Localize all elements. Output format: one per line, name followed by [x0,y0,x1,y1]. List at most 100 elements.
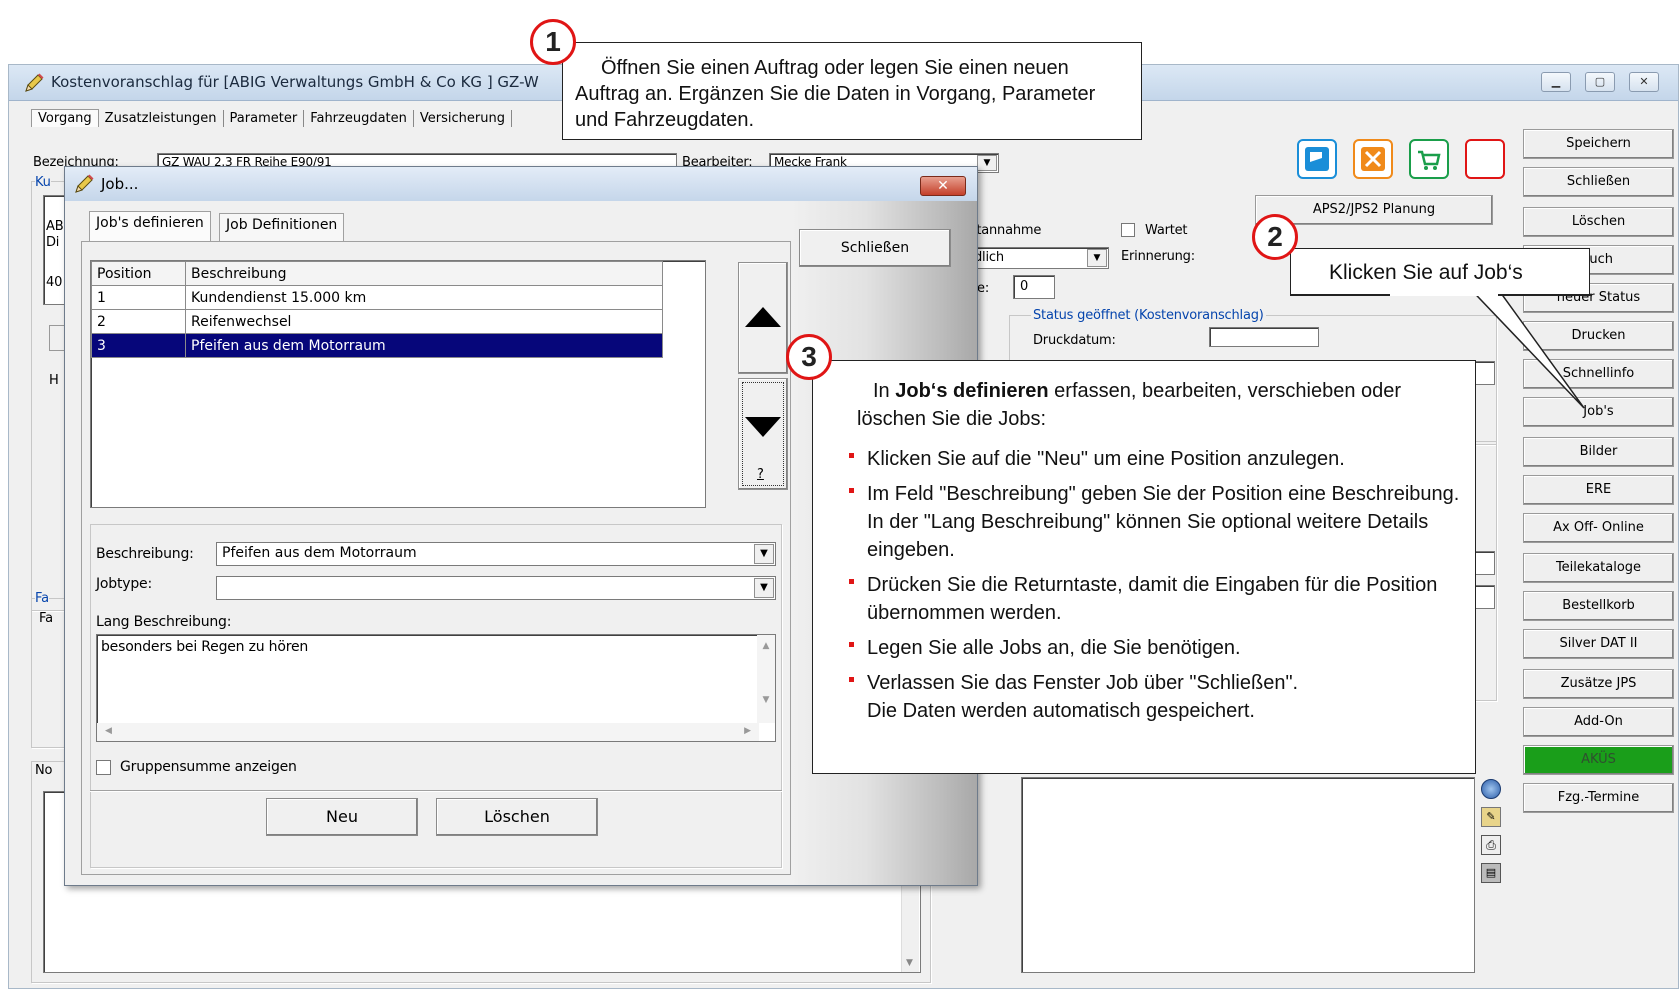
info-textarea[interactable] [1021,777,1475,973]
customer-group-label: Ku [35,175,51,190]
list-item-text: Drücken Sie die Returntaste, damit die E… [867,574,1438,624]
ax-off-online-button[interactable]: Ax Off- Online [1523,513,1674,543]
callout-3-number: 3 [786,334,832,380]
zusaetze-jps-button[interactable]: Zusätze JPS [1523,669,1674,699]
notes-group-label: No [35,763,53,778]
lang-beschreibung-label: Lang Beschreibung: [96,614,232,630]
list-item: Im Feld "Beschreibung" geben Sie der Pos… [831,480,1465,564]
minimize-button[interactable]: ▁ [1541,72,1571,92]
cell-beschreibung: Reifenwechsel [185,309,663,334]
list-item-text: In der "Lang Beschreibung" können Sie op… [867,511,1429,561]
loeschen-button[interactable]: Löschen [1523,207,1674,237]
wartet-checkbox[interactable] [1121,223,1135,237]
beschreibung-value: Pfeifen aus dem Motorraum [222,545,417,561]
callout-1-text: Öffnen Sie einen Auftrag oder legen Sie … [575,57,1096,131]
table-row[interactable]: 1 Kundendienst 15.000 km [91,285,663,310]
list-item: Verlassen Sie das Fenster Job über "Schl… [831,669,1465,725]
close-window-button[interactable]: ✕ [1629,72,1659,92]
list-item: Klicken Sie auf die "Neu" um eine Positi… [831,445,1465,473]
status-group-label: Status geöffnet (Kostenvoranschlag) [1031,308,1266,323]
list-item: Legen Sie alle Jobs an, die Sie benötige… [831,634,1465,662]
callout-1: Öffnen Sie einen Auftrag oder legen Sie … [562,42,1142,140]
horizontal-scrollbar[interactable]: ◀ ▶ [97,723,759,741]
tab-jobs-definieren[interactable]: Job's definieren [89,211,211,241]
close-icon[interactable]: ✕ [920,176,966,196]
speichern-button[interactable]: Speichern [1523,129,1674,159]
ere-button[interactable]: ERE [1523,475,1674,505]
callout-2-number: 2 [1252,214,1298,260]
main-tabs: Vorgang Zusatzleistungen Parameter Fahrzeug… [31,109,512,131]
callout-3-intro: In Job‘s definieren erfassen, bearbeiten… [831,377,1465,433]
red-frame-icon[interactable] [1465,139,1505,179]
printer-icon[interactable]: ⎙ [1481,835,1501,855]
loeschen-label: Löschen [1571,214,1626,229]
gruppensumme-checkbox[interactable] [96,760,111,775]
move-down-button[interactable]: ? [738,378,788,490]
akus-button[interactable]: AKÜS [1523,745,1674,775]
chevron-down-icon[interactable]: ▼ [754,578,774,598]
callout-2-edge [1498,294,1592,296]
tools-icon[interactable] [1353,139,1393,179]
address-line-2: Di [46,235,60,250]
compass-icon[interactable] [1481,779,1501,799]
tab-fahrzeugdaten[interactable]: Fahrzeugdaten [304,110,414,127]
jobtype-combo[interactable]: ▼ [216,576,776,600]
gruppensumme-label: Gruppensumme anzeigen [120,759,297,775]
jobtype-label: Jobtype: [96,576,152,592]
lang-beschreibung-textarea[interactable]: besonders bei Regen zu hören ▲ ▼ ◀ ▶ [96,634,776,742]
job-dialog-title: Job... [101,175,139,193]
teilekataloge-button[interactable]: Teilekataloge [1523,553,1674,583]
window-title: Kostenvoranschlag für [ABIG Verwaltungs … [51,73,539,91]
job-list: Position Beschreibung 1 Kundendienst 15.… [90,260,706,508]
callout-2-text: Klicken Sie auf Job‘s [1329,261,1523,284]
maximize-button[interactable]: ▢ [1585,72,1615,92]
add-on-button[interactable]: Add-On [1523,707,1674,737]
list-item-text: Klicken Sie auf die "Neu" um eine Positi… [867,448,1345,470]
schliessen-button[interactable]: Schließen [1523,167,1674,197]
vertical-scrollbar[interactable]: ▲ ▼ [757,635,775,723]
tab-versicherung[interactable]: Versicherung [413,110,512,127]
silver-dat-label: Silver DAT II [1559,636,1638,651]
chevron-down-icon[interactable]: ▼ [977,155,997,171]
callout-3-intro-bold: Job‘s definieren [895,380,1049,402]
move-up-button[interactable] [738,262,788,374]
address-line-1: AB [46,219,64,234]
column-header-position[interactable]: Position [91,261,186,286]
save-doc-icon[interactable] [1297,139,1337,179]
chevron-down-icon[interactable]: ▼ [754,544,774,564]
help-mark: ? [757,467,764,482]
cell-position: 1 [91,285,186,310]
table-row-selected[interactable]: 3 Pfeifen aus dem Motorraum [91,333,663,358]
clipboard-icon[interactable]: ▤ [1481,863,1501,883]
tab-parameter[interactable]: Parameter [223,110,305,127]
tab-vorgang[interactable]: Vorgang [31,109,99,127]
silver-dat-button[interactable]: Silver DAT II [1523,629,1674,659]
callout-2: Klicken Sie auf Job‘s [1290,248,1590,296]
cart-icon[interactable] [1409,139,1449,179]
tab-job-definitionen[interactable]: Job Definitionen [219,213,345,241]
direktannahme-label: ktannahme [969,223,1042,238]
tab-zusatzleistungen[interactable]: Zusatzleistungen [98,110,224,127]
tage-input[interactable]: 0 [1013,275,1055,299]
wartet-label: Wartet [1145,223,1188,238]
callout-3-list: Klicken Sie auf die "Neu" um eine Positi… [831,445,1465,725]
job-schliessen-button[interactable]: Schließen [799,229,951,267]
neu-button[interactable]: Neu [266,798,418,836]
wrench-icon[interactable]: ✎ [1481,807,1501,827]
cell-position: 2 [91,309,186,334]
table-row[interactable]: 2 Reifenwechsel [91,309,663,334]
loeschen-job-button[interactable]: Löschen [436,798,598,836]
bestellkorb-button[interactable]: Bestellkorb [1523,591,1674,621]
chevron-down-icon[interactable]: ▼ [1087,249,1107,267]
divider [90,790,782,791]
fzg-termine-button[interactable]: Fzg.-Termine [1523,783,1674,813]
column-header-beschreibung[interactable]: Beschreibung [185,261,663,286]
beschreibung-label: Beschreibung: [96,546,194,562]
add-on-label: Add-On [1574,714,1623,729]
bilder-button[interactable]: Bilder [1523,437,1674,467]
erinnerung-label: Erinnerung: [1121,249,1195,264]
speichern-label: Speichern [1566,136,1631,151]
schliessen-label: Schließen [1566,174,1631,189]
address-line-3: 40 [46,275,63,290]
beschreibung-combo[interactable]: Pfeifen aus dem Motorraum ▼ [216,542,776,566]
